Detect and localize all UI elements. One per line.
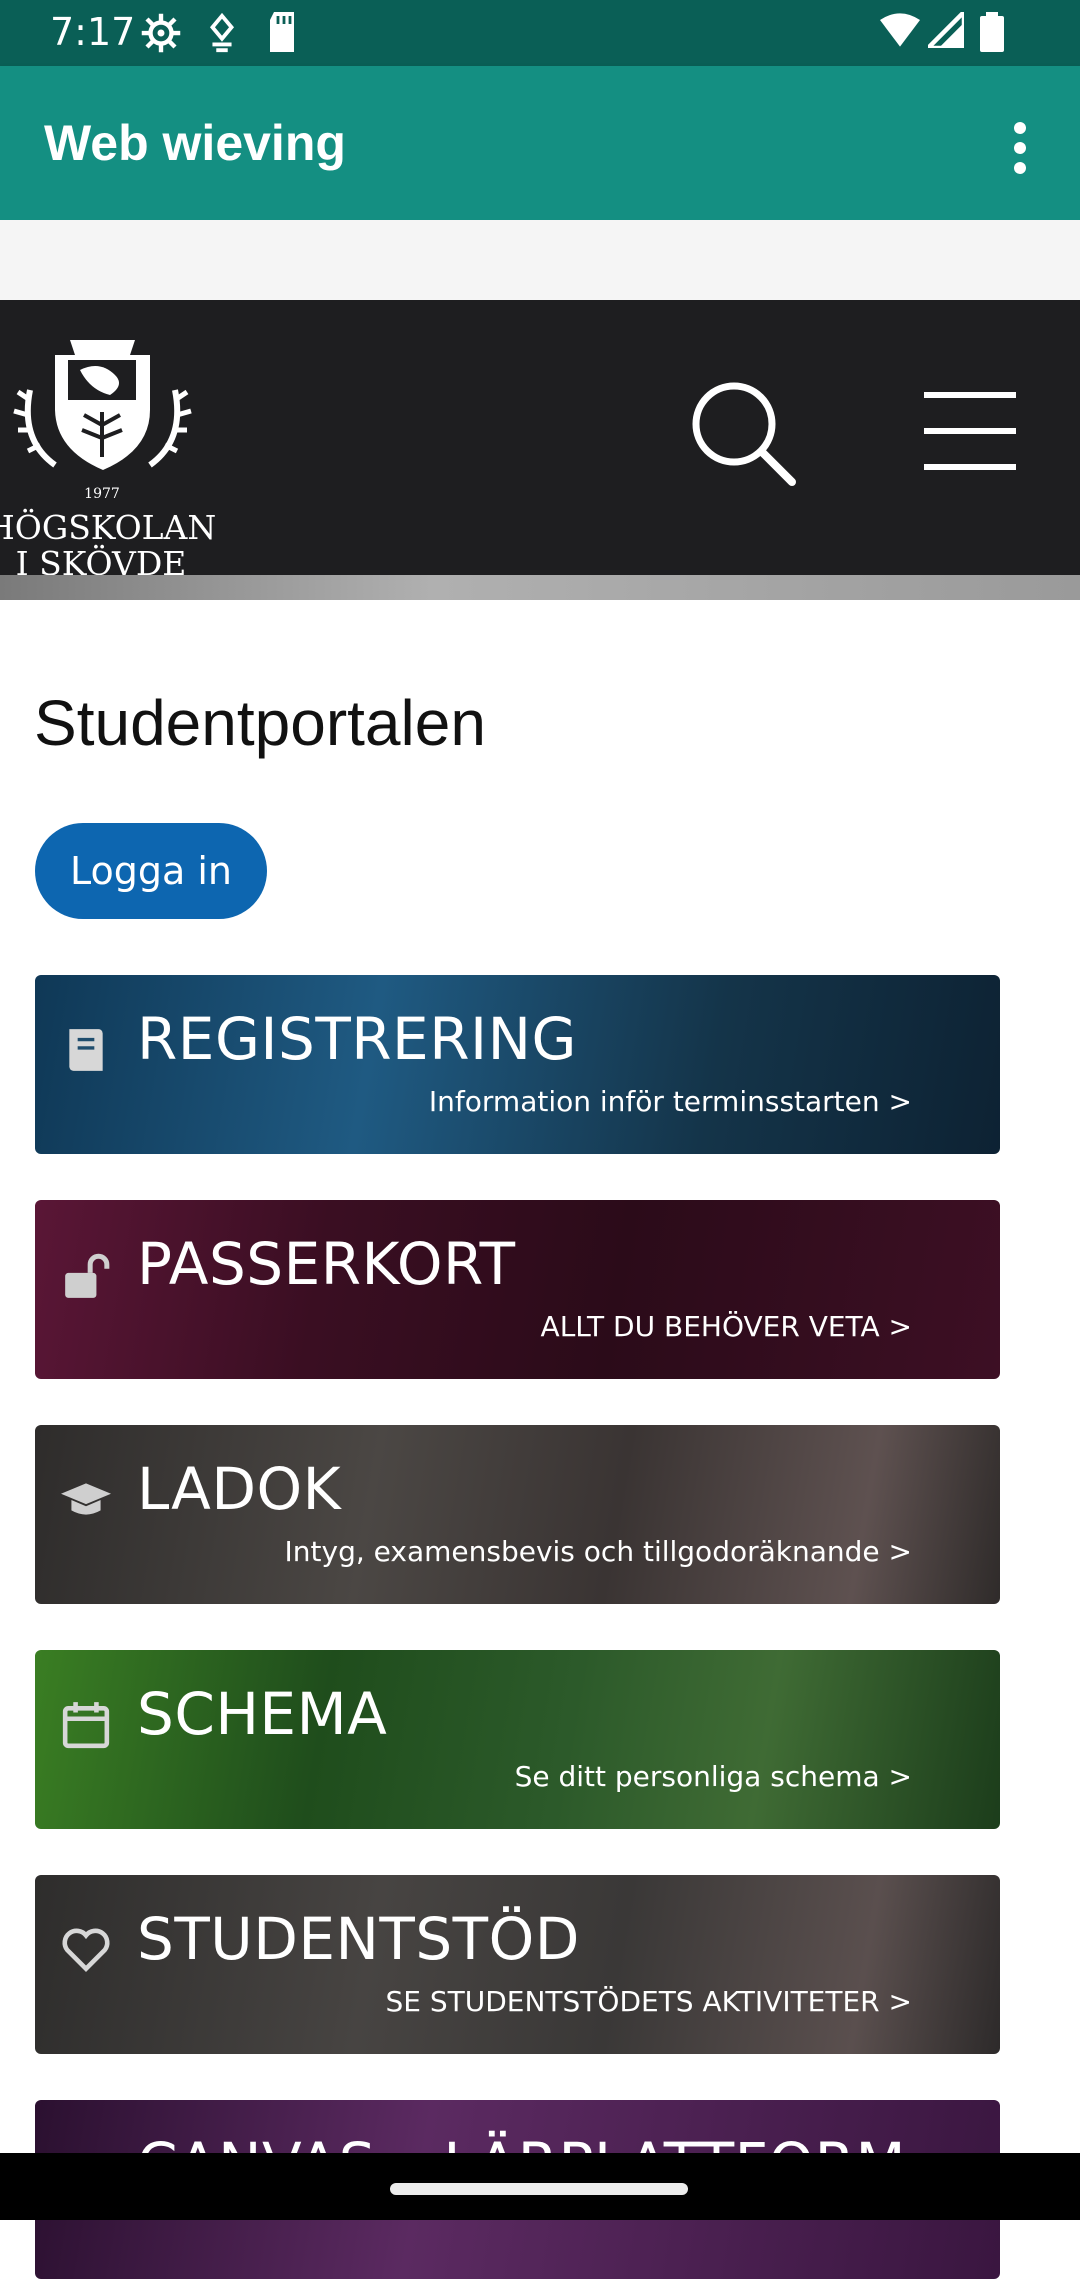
tile-title: SCHEMA [137, 1680, 388, 1748]
book-icon [69, 1029, 103, 1071]
signal-icon [928, 12, 964, 48]
tile-subtitle: Se ditt personliga schema > [514, 1760, 912, 1793]
unlock-icon [65, 1253, 110, 1298]
tile-studentstod[interactable]: STUDENTSTÖD SE STUDENTSTÖDETS AKTIVITETE… [35, 1875, 1000, 2054]
home-gesture-handle[interactable] [390, 2183, 688, 2195]
heart-icon [62, 1928, 110, 1972]
tile-registrering[interactable]: REGISTRERING Information inför terminsst… [35, 975, 1000, 1154]
tile-schema[interactable]: SCHEMA Se ditt personliga schema > [35, 1650, 1000, 1829]
tile-subtitle: Information inför terminsstarten > [428, 1085, 912, 1118]
settings-icon [141, 13, 181, 53]
sd-card-icon [270, 12, 294, 52]
system-nav-bar [0, 2153, 1080, 2220]
app-title: Web wieving [44, 115, 346, 171]
hero-image-strip [0, 575, 1080, 600]
status-time: 7:17 [50, 10, 136, 54]
status-bar: 7:17 [0, 0, 1080, 66]
webview-top-strip [0, 220, 1080, 300]
login-button[interactable]: Logga in [35, 823, 267, 919]
wifi-icon [880, 13, 920, 47]
tile-title: LADOK [137, 1455, 342, 1523]
graduation-cap-icon [61, 1483, 111, 1515]
tile-subtitle: Intyg, examensbevis och tillgodoräknande… [284, 1535, 912, 1568]
tile-ladok[interactable]: LADOK Intyg, examensbevis och tillgodorä… [35, 1425, 1000, 1604]
hamburger-icon[interactable] [924, 392, 1016, 470]
tile-subtitle: SE STUDENTSTÖDETS AKTIVITETER > [385, 1985, 912, 2018]
more-vert-icon[interactable] [1000, 118, 1040, 178]
site-header: 1977 HÖGSKOLAN I SKÖVDE [0, 300, 1080, 583]
battery-icon [980, 12, 1004, 52]
page-title: Studentportalen [34, 687, 486, 759]
tile-title: REGISTRERING [137, 1005, 577, 1073]
crest-icon: 1977 [13, 340, 192, 500]
tile-passerkort[interactable]: PASSERKORT ALLT DU BEHÖVER VETA > [35, 1200, 1000, 1379]
tile-title: STUDENTSTÖD [137, 1905, 580, 1973]
tile-title: PASSERKORT [137, 1230, 516, 1298]
logo-text-line1: HÖGSKOLAN [0, 508, 217, 547]
app-bar: Web wieving [0, 66, 1080, 220]
search-icon[interactable] [688, 378, 798, 488]
calendar-icon [62, 1702, 110, 1749]
tile-subtitle: ALLT DU BEHÖVER VETA > [540, 1310, 912, 1343]
logo-year: 1977 [84, 486, 120, 500]
location-icon [209, 12, 235, 53]
university-logo[interactable]: 1977 HÖGSKOLAN I SKÖVDE [0, 330, 216, 583]
